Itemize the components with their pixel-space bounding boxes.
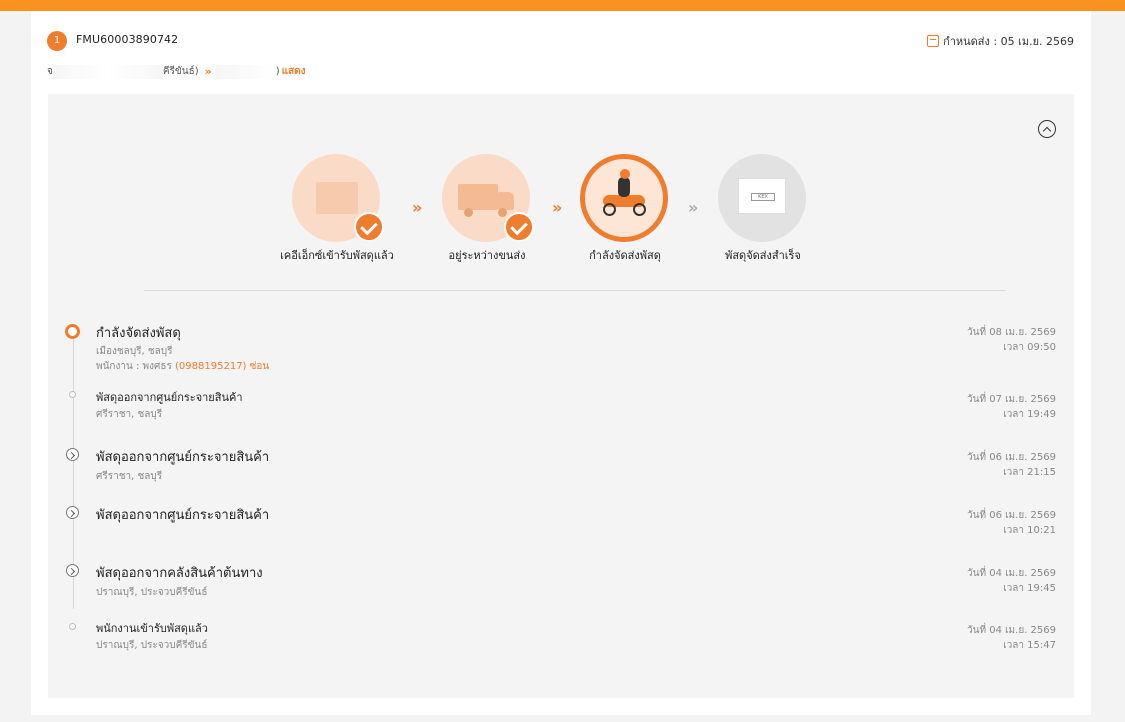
event-location: ศรีราชา, ชลบุรี: [96, 471, 163, 482]
route-destination: ): [275, 66, 280, 77]
event-location: ปราณบุรี, ประจวบคีรีขันธ์: [96, 587, 208, 598]
event-title: พัสดุออกจากศูนย์กระจายสินค้า: [96, 391, 243, 404]
redacted-destination: [215, 64, 276, 79]
step-out-for-delivery: กำลังจัดส่งพัสดุ: [580, 154, 670, 262]
due-date: กำหนดส่ง : 05 เม.ย. 2569: [927, 32, 1074, 50]
event-time: เวลา 19:45: [1003, 583, 1056, 594]
event-title: พัสดุออกจากศูนย์กระจายสินค้า: [96, 450, 270, 465]
expand-chevron-icon[interactable]: [66, 448, 79, 461]
top-accent-bar: [0, 0, 1125, 11]
expand-chevron-icon[interactable]: [66, 506, 79, 519]
step-label: เคอีเอ็กซ์เข้ารับพัสดุแล้ว: [280, 249, 394, 262]
event-title: กำลังจัดส่งพัสดุ: [96, 326, 181, 341]
box-tag: KEX: [751, 193, 775, 201]
status-dot-icon: [69, 623, 76, 630]
event-date: วันที่ 08 เม.ย. 2569: [967, 327, 1056, 338]
event-time: เวลา 09:50: [1003, 342, 1056, 353]
due-date-label: กำหนดส่ง : 05 เม.ย. 2569: [943, 35, 1074, 48]
staff-phone-toggle[interactable]: (0988195217) ซ่อน: [175, 361, 269, 372]
status-dot-icon: [69, 391, 76, 398]
current-status-icon: [65, 324, 80, 339]
divider: [144, 290, 1006, 291]
check-icon: [354, 212, 384, 242]
event-time: เวลา 19:49: [1003, 409, 1056, 420]
event-time: เวลา 21:15: [1003, 467, 1056, 478]
step-label: พัสดุจัดส่งสำเร็จ: [725, 249, 801, 262]
check-icon: [504, 212, 534, 242]
event-time: เวลา 15:47: [1003, 640, 1056, 651]
event-date: วันที่ 07 เม.ย. 2569: [967, 394, 1056, 405]
route-arrow-icon: »: [204, 65, 212, 78]
step-delivered: KEX พัสดุจัดส่งสำเร็จ: [718, 154, 808, 262]
redacted-origin: [52, 64, 163, 79]
step-picked-up: เคอีเอ็กซ์เข้ารับพัสดุแล้ว: [280, 154, 394, 262]
event-date: วันที่ 06 เม.ย. 2569: [967, 510, 1056, 521]
event-date: วันที่ 06 เม.ย. 2569: [967, 452, 1056, 463]
tracking-panel: เคอีเอ็กซ์เข้ารับพัสดุแล้ว » อยู่ระหว่าง…: [48, 94, 1074, 698]
tracking-number: FMU60003890742: [76, 33, 179, 46]
delivered-box-icon: KEX: [718, 154, 806, 242]
event-title: พัสดุออกจากคลังสินค้าต้นทาง: [96, 566, 263, 581]
event-title: พนักงานเข้ารับพัสดุแล้ว: [96, 622, 208, 635]
event-date: วันที่ 04 เม.ย. 2569: [967, 625, 1056, 636]
chevron-right-icon: »: [552, 198, 562, 217]
step-in-transit: อยู่ระหว่างขนส่ง: [442, 154, 534, 262]
shipment-card: 1 FMU60003890742 กำหนดส่ง : 05 เม.ย. 256…: [31, 11, 1091, 715]
event-location: เมืองชลบุรี, ชลบุรี: [96, 346, 173, 357]
chevron-right-icon: »: [688, 198, 698, 217]
collapse-up-icon[interactable]: [1038, 120, 1056, 138]
shipment-index-badge: 1: [47, 31, 67, 51]
event-staff: พนักงาน : พงศธร (0988195217) ซ่อน: [96, 359, 269, 374]
calendar-icon: [927, 35, 940, 47]
delivery-rider-icon: [580, 154, 668, 242]
event-location: ศรีราชา, ชลบุรี: [96, 409, 163, 420]
route-origin: คีรีขันธ์): [162, 66, 199, 77]
chevron-right-icon: »: [412, 198, 422, 217]
show-address-link[interactable]: แสดง: [282, 64, 306, 79]
event-time: เวลา 10:21: [1003, 525, 1056, 536]
route-summary: จ คีรีขันธ์) » ) แสดง: [47, 64, 306, 79]
event-date: วันที่ 04 เม.ย. 2569: [967, 568, 1056, 579]
event-location: ปราณบุรี, ประจวบคีรีขันธ์: [96, 640, 208, 651]
event-title: พัสดุออกจากศูนย์กระจายสินค้า: [96, 508, 270, 523]
staff-name: พนักงาน : พงศธร: [96, 361, 172, 372]
expand-chevron-icon[interactable]: [66, 564, 79, 577]
